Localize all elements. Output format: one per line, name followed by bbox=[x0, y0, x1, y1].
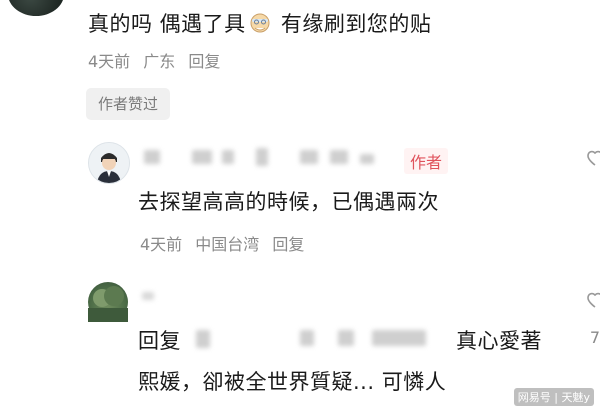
blurred-username bbox=[192, 150, 212, 164]
comment-time: 4天前 bbox=[88, 52, 131, 71]
blurred-username bbox=[256, 148, 268, 166]
second-reply-line2: 熙媛，卻被全世界質疑... 可憐人 bbox=[138, 370, 447, 394]
reply-button[interactable]: 回复 bbox=[188, 52, 220, 71]
like-count: 7 bbox=[589, 328, 600, 347]
reply-location: 中国台湾 bbox=[195, 235, 260, 254]
author-avatar[interactable] bbox=[88, 142, 130, 184]
heart-icon[interactable] bbox=[584, 148, 600, 172]
comment-meta: 4天前 广东 回复 bbox=[88, 48, 228, 72]
blurred-mention bbox=[196, 330, 210, 348]
watermark: 网易号 | 天魅y bbox=[513, 388, 594, 406]
comment-location: 广东 bbox=[143, 52, 176, 71]
reply-button[interactable]: 回复 bbox=[272, 235, 304, 254]
grandpa-emoji-icon bbox=[248, 10, 272, 34]
blurred-username bbox=[144, 150, 160, 164]
author-reply-meta: 4天前 中国台湾 回复 bbox=[140, 231, 312, 255]
blurred-mention bbox=[338, 330, 354, 346]
author-tag: 作者 bbox=[404, 148, 449, 174]
commenter-avatar[interactable] bbox=[8, 0, 64, 16]
blurred-username bbox=[360, 154, 374, 164]
blurred-username bbox=[142, 292, 154, 300]
comment-text-part: 真的吗 偶遇了具 bbox=[88, 12, 246, 36]
blurred-username bbox=[222, 150, 234, 164]
replier-avatar[interactable] bbox=[88, 282, 128, 322]
author-reply-text: 去探望高高的時候，已偶遇兩次 bbox=[138, 190, 439, 214]
reply-time: 4天前 bbox=[140, 235, 183, 254]
comment-text-part: 有缘刷到您的贴 bbox=[273, 12, 432, 36]
author-liked-badge: 作者赞过 bbox=[86, 88, 170, 120]
comment-text: 真的吗 偶遇了具 有缘刷到您的贴 bbox=[88, 8, 431, 38]
blurred-username bbox=[300, 150, 318, 164]
reply-prefix: 回复 bbox=[138, 329, 181, 353]
second-reply-line: 回复 bbox=[138, 325, 181, 355]
blurred-username bbox=[330, 150, 348, 164]
heart-icon[interactable] bbox=[584, 290, 600, 314]
blurred-mention bbox=[300, 330, 314, 346]
second-reply-text-suffix: 真心愛著 bbox=[456, 329, 542, 353]
blurred-mention bbox=[372, 330, 426, 346]
